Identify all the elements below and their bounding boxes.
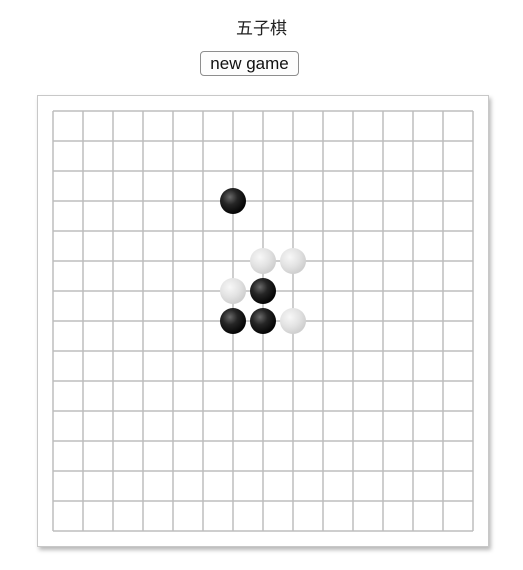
- white-stone: [280, 248, 306, 274]
- board-canvas[interactable]: [38, 96, 488, 546]
- white-stone: [250, 248, 276, 274]
- black-stone: [250, 278, 276, 304]
- new-game-button[interactable]: new game: [200, 51, 299, 76]
- black-stone: [250, 308, 276, 334]
- white-stone: [220, 278, 246, 304]
- gomoku-board[interactable]: [37, 95, 489, 547]
- white-stone: [280, 308, 306, 334]
- black-stone: [220, 308, 246, 334]
- black-stone: [220, 188, 246, 214]
- page-title: 五子棋: [236, 19, 287, 39]
